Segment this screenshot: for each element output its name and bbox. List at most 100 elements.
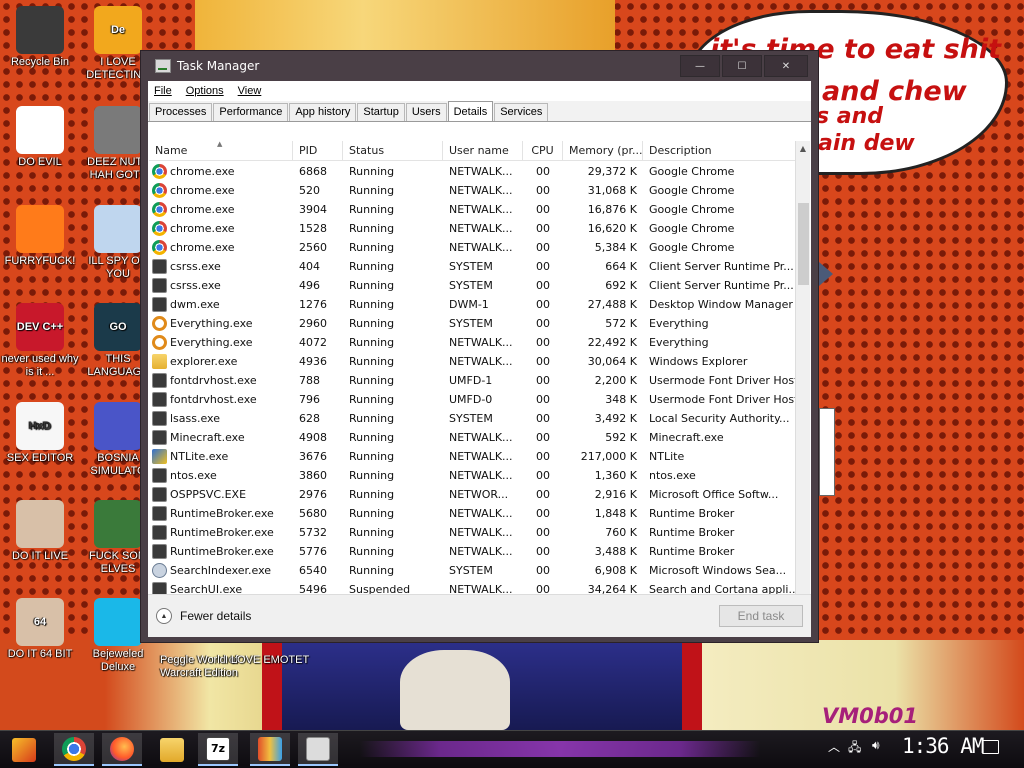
column-header-user-name[interactable]: User name <box>443 141 523 160</box>
scroll-up-icon[interactable]: ▲ <box>797 142 809 156</box>
scrollbar-thumb[interactable] <box>798 203 809 285</box>
table-row[interactable]: lsass.exe 628 Running SYSTEM 00 3,492 K Local … <box>149 409 795 428</box>
table-row[interactable]: fontdrvhost.exe 788 Running UMFD-1 00 2,200 K… <box>149 371 795 390</box>
tab-startup[interactable]: Startup <box>357 103 405 121</box>
process-sys-icon <box>152 468 167 483</box>
taskbar-firefox[interactable] <box>102 733 142 766</box>
desktop-icon-image: De <box>94 6 142 54</box>
process-name-cell: fontdrvhost.exe <box>149 392 293 407</box>
end-task-button[interactable]: End task <box>719 605 803 627</box>
process-mem-cell: 2,200 K <box>594 374 637 387</box>
desktop-icon[interactable]: 64 DO IT 64 BIT <box>0 598 80 661</box>
table-row[interactable]: chrome.exe 1528 Running NETWALK... 00 16,620 … <box>149 219 795 238</box>
window-controls: — ☐ ✕ <box>680 55 808 77</box>
process-chrome-icon <box>152 183 167 198</box>
desktop-icon[interactable]: DO IT LIVE <box>0 500 80 563</box>
column-header-pid[interactable]: PID <box>293 141 343 160</box>
column-header-status[interactable]: Status <box>343 141 443 160</box>
7zip-icon: 7z <box>206 736 230 761</box>
start-button[interactable] <box>4 733 44 766</box>
taskbar-task-manager[interactable] <box>298 733 338 766</box>
column-header-cpu[interactable]: CPU <box>523 141 563 160</box>
close-button[interactable]: ✕ <box>764 55 808 77</box>
tab-performance[interactable]: Performance <box>213 103 289 121</box>
table-row[interactable]: explorer.exe 4936 Running NETWALK... 00 30,06… <box>149 352 795 371</box>
title-bar[interactable]: Task Manager — ☐ ✕ <box>141 51 818 81</box>
show-hidden-icons[interactable]: ︿ <box>828 738 840 755</box>
desktop-icon-image <box>94 402 142 450</box>
desktop-icon[interactable]: HxD SEX EDITOR <box>0 402 80 465</box>
tab-details[interactable]: Details <box>447 101 494 121</box>
process-user-cell: SYSTEM <box>449 412 493 425</box>
column-header-description[interactable]: Description <box>643 141 795 160</box>
table-row[interactable]: chrome.exe 520 Running NETWALK... 00 31,068 K… <box>149 181 795 200</box>
table-row[interactable]: NTLite.exe 3676 Running NETWALK... 00 217,000… <box>149 447 795 466</box>
table-row[interactable]: OSPPSVC.EXE 2976 Running NETWOR... 00 2,916 K… <box>149 485 795 504</box>
process-pid-cell: 4072 <box>299 336 327 349</box>
process-desc-cell: Usermode Font Driver Host <box>649 374 795 387</box>
table-row[interactable]: ntos.exe 3860 Running NETWALK... 00 1,360 K nt… <box>149 466 795 485</box>
process-name: lsass.exe <box>170 412 220 425</box>
table-row[interactable]: RuntimeBroker.exe 5776 Running NETWALK... 00… <box>149 542 795 561</box>
taskbar-file-explorer[interactable] <box>152 733 192 766</box>
process-name-cell: ntos.exe <box>149 468 293 483</box>
vertical-scrollbar[interactable]: ▲ ▼ <box>795 141 810 624</box>
process-pid-cell: 6868 <box>299 165 327 178</box>
tab-app-history[interactable]: App history <box>289 103 357 121</box>
table-row[interactable]: SearchIndexer.exe 6540 Running SYSTEM 00 6,90… <box>149 561 795 580</box>
desktop-icon[interactable]: DEV C++ never used why is it ... <box>0 303 80 379</box>
table-row[interactable]: chrome.exe 6868 Running NETWALK... 00 29,372 … <box>149 162 795 181</box>
desktop-icon[interactable]: FURRYFUCK! <box>0 205 80 268</box>
process-pid-cell: 2560 <box>299 241 327 254</box>
taskbar-7zip[interactable]: 7z <box>198 733 238 766</box>
table-row[interactable]: fontdrvhost.exe 796 Running UMFD-0 00 348 K Us… <box>149 390 795 409</box>
process-name-cell: csrss.exe <box>149 278 293 293</box>
table-row[interactable]: Everything.exe 4072 Running NETWALK... 00 22,… <box>149 333 795 352</box>
maximize-button[interactable]: ☐ <box>722 55 762 77</box>
process-user-cell: NETWALK... <box>449 526 513 539</box>
taskbar-app[interactable] <box>250 733 290 766</box>
table-row[interactable]: csrss.exe 404 Running SYSTEM 00 664 K Client S… <box>149 257 795 276</box>
speaker-icon: 🔊︎ <box>872 738 880 752</box>
table-row[interactable]: csrss.exe 496 Running SYSTEM 00 692 K Client S… <box>149 276 795 295</box>
table-row[interactable]: chrome.exe 3904 Running NETWALK... 00 16,876 … <box>149 200 795 219</box>
tab-services[interactable]: Services <box>494 103 549 121</box>
process-sys-icon <box>152 525 167 540</box>
process-name-cell: RuntimeBroker.exe <box>149 544 293 559</box>
process-mem-cell: 3,492 K <box>594 412 637 425</box>
volume-icon[interactable]: 🔊︎ <box>872 738 880 753</box>
table-row[interactable]: Minecraft.exe 4908 Running NETWALK... 00 592 … <box>149 428 795 447</box>
taskbar-chrome[interactable] <box>54 733 94 766</box>
menu-view[interactable]: View <box>238 85 262 97</box>
menu-file[interactable]: File <box>154 85 172 97</box>
minimize-button[interactable]: — <box>680 55 720 77</box>
desktop-icon[interactable]: I LOVE EMOTET <box>222 654 312 667</box>
process-cpu-cell: 00 <box>536 336 550 349</box>
table-row[interactable]: RuntimeBroker.exe 5680 Running NETWALK... 00… <box>149 504 795 523</box>
table-row[interactable]: chrome.exe 2560 Running NETWALK... 00 5,384 K… <box>149 238 795 257</box>
tab-users[interactable]: Users <box>405 103 447 121</box>
menu-options[interactable]: Options <box>186 85 224 97</box>
table-row[interactable]: Everything.exe 2960 Running SYSTEM 00 572 K Ev… <box>149 314 795 333</box>
table-row[interactable]: RuntimeBroker.exe 5732 Running NETWALK... 00… <box>149 523 795 542</box>
fewer-details-button[interactable]: ▲ Fewer details <box>156 608 251 624</box>
process-mem-cell: 348 K <box>605 393 637 406</box>
network-icon[interactable]: 🖧 <box>848 738 861 759</box>
chevron-up-icon: ︿ <box>828 740 841 754</box>
desktop-icon[interactable]: Recycle Bin <box>0 6 80 69</box>
process-desc-cell: Client Server Runtime Pr... <box>649 260 794 273</box>
process-name-cell: chrome.exe <box>149 202 293 217</box>
process-name: OSPPSVC.EXE <box>170 488 247 501</box>
process-mem-cell: 30,064 K <box>587 355 637 368</box>
column-header-memory[interactable]: Memory (pr... <box>563 141 643 160</box>
process-name: Everything.exe <box>170 317 253 330</box>
tab-processes[interactable]: Processes <box>149 103 213 121</box>
task-manager-icon <box>155 59 171 73</box>
notification-icon[interactable] <box>982 740 999 754</box>
table-row[interactable]: dwm.exe 1276 Running DWM-1 00 27,488 K Desktop… <box>149 295 795 314</box>
process-user-cell: NETWALK... <box>449 336 513 349</box>
desktop-icon[interactable]: DO EVIL <box>0 106 80 169</box>
process-cpu-cell: 00 <box>536 355 550 368</box>
taskbar-clock[interactable]: 1:36 AM <box>902 734 985 758</box>
process-name: chrome.exe <box>170 203 235 216</box>
